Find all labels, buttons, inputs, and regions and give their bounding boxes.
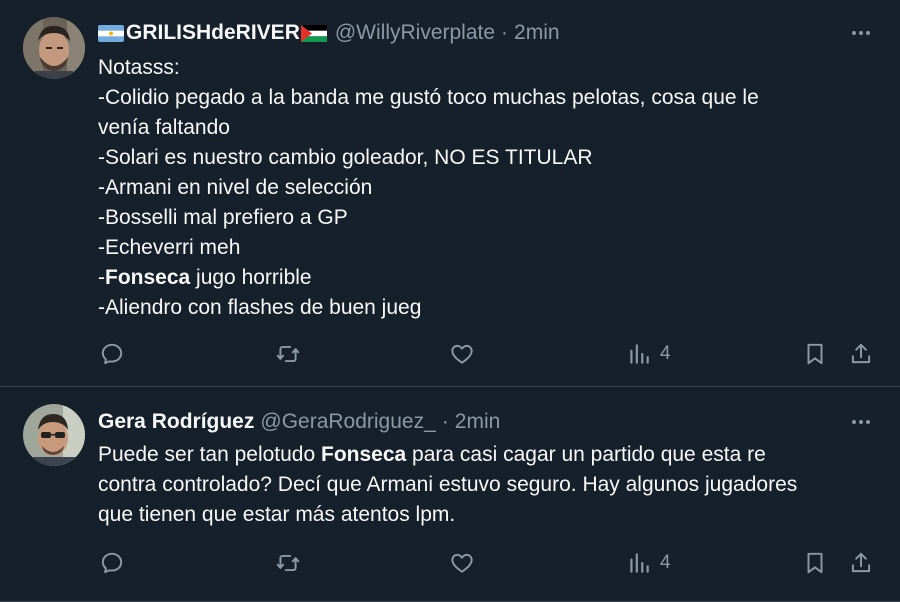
views-icon	[630, 553, 649, 573]
tweet-header: Gera Rodríguez @GeraRodriguez_ · 2min	[98, 409, 500, 435]
handle[interactable]: @GeraRodriguez_	[260, 410, 435, 434]
share-button[interactable]	[848, 339, 874, 369]
tweet-header: GRILISHdeRIVER @WillyRiverplate · 2min	[98, 20, 560, 46]
tweet-text-line: -Echeverri meh	[98, 236, 241, 259]
display-name[interactable]: Gera Rodríguez	[98, 410, 254, 434]
tweet-text: Notasss: -Colidio pegado a la banda me g…	[98, 53, 878, 323]
retweet-icon	[276, 554, 300, 572]
mention-fonseca: Fonseca	[321, 443, 407, 466]
retweet-button[interactable]	[274, 548, 302, 578]
tweet-text-line: que tienen que estar más atentos lpm.	[98, 503, 456, 526]
views-button[interactable]: 4	[626, 548, 671, 578]
tweet-text-line: venía faltando	[98, 116, 230, 139]
retweet-icon	[276, 345, 300, 363]
reply-button[interactable]	[99, 339, 125, 369]
views-count: 4	[660, 343, 671, 364]
separator: ·	[501, 21, 509, 44]
share-icon	[851, 343, 871, 364]
reply-icon	[101, 552, 123, 574]
retweet-button[interactable]	[274, 339, 302, 369]
tweet-actions: 4	[0, 548, 900, 578]
more-icon	[852, 31, 870, 35]
tweet-text-line: -Aliendro con flashes de buen jueg	[98, 296, 422, 319]
palestine-flag-icon	[300, 24, 327, 42]
avatar[interactable]	[23, 17, 85, 79]
separator: ·	[441, 410, 449, 433]
more-options-button[interactable]	[848, 409, 874, 435]
tweet-text-line: -Solari es nuestro cambio goleador, NO E…	[98, 146, 593, 169]
like-icon	[451, 344, 473, 364]
display-name[interactable]: GRILISHdeRIVER	[126, 21, 300, 45]
tweet-actions: 4	[0, 339, 900, 369]
tweet-text-line: -Colidio pegado a la banda me gustó toco…	[98, 86, 759, 109]
bookmark-icon	[807, 552, 823, 574]
timestamp[interactable]: 2min	[455, 410, 501, 434]
tweet[interactable]: Gera Rodríguez @GeraRodriguez_ · 2min Pu…	[0, 387, 900, 602]
timestamp[interactable]: 2min	[514, 21, 560, 45]
bookmark-button[interactable]	[802, 548, 828, 578]
reply-button[interactable]	[99, 548, 125, 578]
handle[interactable]: @WillyRiverplate	[335, 21, 495, 45]
tweet-text: Puede ser tan pelotudo Fonseca para casi…	[98, 440, 878, 530]
share-icon	[851, 552, 871, 573]
tweet-text-line: -Bosselli mal prefiero a GP	[98, 206, 348, 229]
views-icon	[630, 344, 649, 364]
tweet-text-line: Notasss:	[98, 56, 180, 79]
avatar[interactable]	[23, 404, 85, 466]
reply-icon	[101, 343, 123, 365]
tweet-text-line: contra controlado? Decí que Armani estuv…	[98, 473, 798, 496]
like-button[interactable]	[449, 339, 475, 369]
tweet-text-line: Puede ser tan pelotudo Fonseca para casi…	[98, 443, 766, 466]
like-icon	[451, 553, 473, 573]
tweet-text-line: -Fonseca jugo horrible	[98, 266, 312, 289]
argentina-flag-icon	[98, 24, 124, 42]
like-button[interactable]	[449, 548, 475, 578]
more-icon	[852, 420, 870, 424]
share-button[interactable]	[848, 548, 874, 578]
bookmark-button[interactable]	[802, 339, 828, 369]
bookmark-icon	[807, 343, 823, 365]
tweet-text-line: -Armani en nivel de selección	[98, 176, 373, 199]
tweet[interactable]: GRILISHdeRIVER @WillyRiverplate · 2min N…	[0, 0, 900, 387]
views-count: 4	[660, 552, 671, 573]
views-button[interactable]: 4	[626, 339, 671, 369]
mention-fonseca: Fonseca	[105, 266, 191, 289]
more-options-button[interactable]	[848, 20, 874, 46]
